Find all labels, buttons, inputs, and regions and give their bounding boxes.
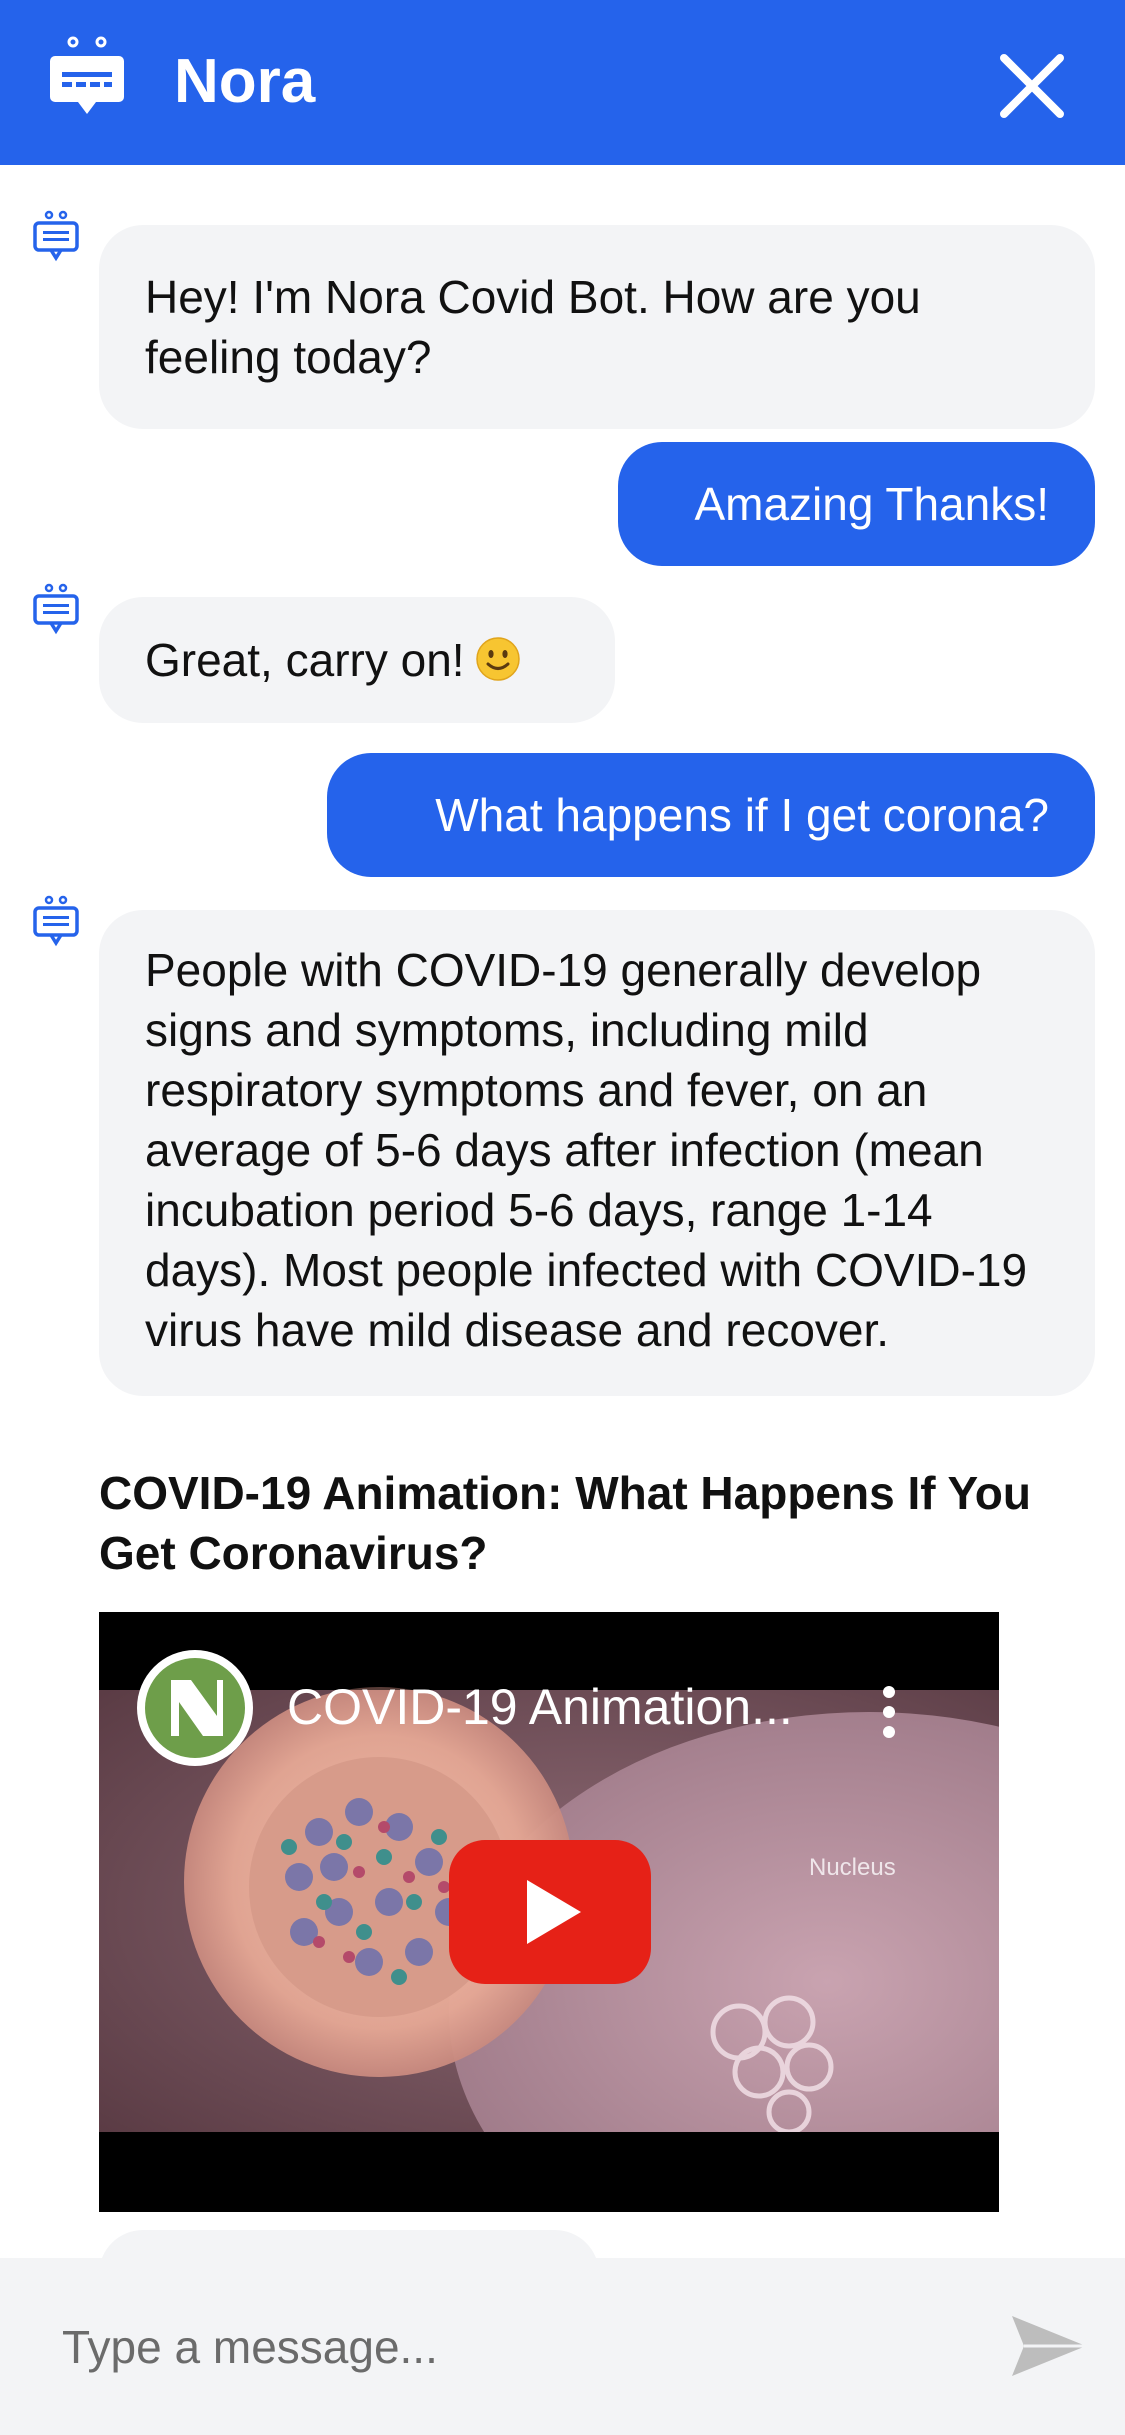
bot-message: Hey! I'm Nora Covid Bot. How are you fee… <box>99 225 1095 429</box>
more-vertical-icon[interactable] <box>883 1686 895 1738</box>
bot-message-text: Great, carry on! <box>145 634 465 686</box>
user-message[interactable]: What happens if I get corona? <box>327 753 1095 877</box>
header-title: Nora <box>174 47 316 116</box>
chat-header: Nora <box>0 0 1125 165</box>
close-icon[interactable] <box>992 46 1072 126</box>
video-heading: COVID-19 Animation: What Happens If You … <box>99 1467 1031 1579</box>
youtube-play-icon[interactable] <box>449 1840 651 1984</box>
bot-avatar-icon <box>33 895 79 947</box>
slightly-smiling-face-icon <box>475 637 520 681</box>
chatbot-icon <box>50 36 124 114</box>
youtube-video-player[interactable]: COVID-19 Animation... Nucleus <box>99 1612 999 2212</box>
chat-transcript[interactable]: Hey! I'm Nora Covid Bot. How are you fee… <box>0 165 1125 2258</box>
message-input[interactable] <box>60 2306 964 2388</box>
bot-message: People with COVID-19 generally develop s… <box>99 910 1095 1396</box>
video-frame-label: Nucleus <box>809 1854 896 1881</box>
user-message[interactable]: Amazing Thanks! <box>618 442 1095 566</box>
send-icon[interactable] <box>1010 2312 1088 2380</box>
bot-message-partial <box>99 2230 599 2258</box>
bot-message: Great, carry on! <box>99 597 615 723</box>
video-player-title: COVID-19 Animation... <box>287 1679 793 1735</box>
channel-logo <box>137 1650 253 1766</box>
bot-avatar-icon <box>33 583 79 635</box>
message-composer <box>0 2258 1125 2435</box>
bot-avatar-icon <box>33 210 79 262</box>
